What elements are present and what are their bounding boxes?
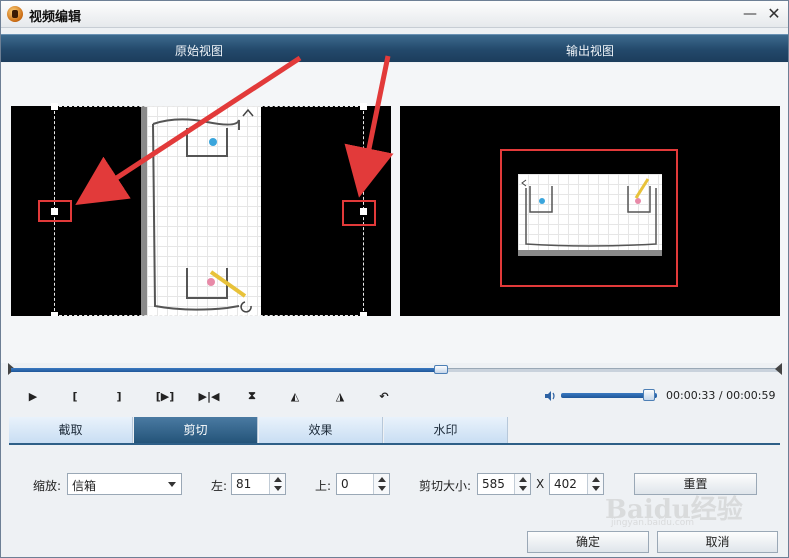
- dialog-footer: 确定 取消: [1, 529, 788, 557]
- window-title: 视频编辑: [29, 10, 82, 25]
- top-offset-stepper[interactable]: [373, 474, 389, 494]
- playback-controls: ▶ [ ] [▶] ▶|◀ ⧗ ◭ ◮ ↶ 00:00:33 / 00:00:5…: [1, 381, 788, 411]
- seek-progress: [11, 368, 442, 372]
- annotation-box-right: [342, 200, 376, 226]
- output-view-label: 输出视图: [566, 44, 615, 58]
- rotate-right-button[interactable]: ◮: [328, 386, 352, 406]
- top-offset-input[interactable]: 0: [336, 473, 390, 495]
- seek-end-marker[interactable]: [775, 363, 782, 375]
- spin-up-icon: [274, 477, 282, 482]
- spin-down-icon: [519, 486, 527, 491]
- tab-effects[interactable]: 效果: [259, 417, 383, 443]
- spin-down-icon: [592, 486, 600, 491]
- crop-handle-top-left[interactable]: [51, 103, 58, 110]
- zoom-select[interactable]: 信箱: [67, 473, 182, 495]
- watermark-url: jingyan.baidu.com: [611, 518, 695, 528]
- app-logo-icon: [7, 6, 23, 22]
- skip-button[interactable]: ▶|◀: [195, 386, 223, 406]
- cancel-button[interactable]: 取消: [657, 531, 778, 553]
- rotate-right-icon: ◮: [335, 389, 345, 403]
- rotate-left-icon: ◭: [290, 389, 300, 403]
- zoom-value: 信箱: [72, 479, 97, 493]
- chevron-down-icon: [168, 482, 176, 487]
- ok-button[interactable]: 确定: [527, 531, 649, 553]
- original-preview[interactable]: [11, 103, 391, 319]
- output-preview: [400, 106, 780, 316]
- crop-width-stepper[interactable]: [514, 474, 530, 494]
- crop-size-label: 剪切大小:: [419, 479, 472, 493]
- mark-in-button[interactable]: [: [63, 386, 87, 406]
- crop-width-input[interactable]: 585: [477, 473, 531, 495]
- left-offset-value: 81: [236, 477, 252, 491]
- size-separator: X: [536, 477, 545, 491]
- output-video-frame: [518, 174, 662, 256]
- mark-in-icon: [: [72, 389, 78, 403]
- left-offset-stepper[interactable]: [269, 474, 285, 494]
- original-video-frame: [141, 106, 261, 316]
- annotation-box-left: [38, 200, 72, 222]
- time-display: 00:00:33 / 00:00:59: [666, 389, 776, 402]
- frame-step-button[interactable]: [▶]: [151, 386, 179, 406]
- crop-height-input[interactable]: 402: [549, 473, 604, 495]
- baidu-watermark: Baidu经验 jingyan.baidu.com: [605, 489, 755, 529]
- minimize-button[interactable]: —: [741, 5, 759, 23]
- volume-icon[interactable]: [544, 390, 556, 402]
- close-button[interactable]: ✕: [765, 5, 783, 23]
- title-bar: 视频编辑 — ✕: [1, 1, 788, 28]
- spin-up-icon: [378, 477, 386, 482]
- mark-out-button[interactable]: ]: [107, 386, 131, 406]
- crop-handle-top-right[interactable]: [360, 103, 367, 110]
- edit-tabs: 截取 剪切 效果 水印: [9, 417, 780, 443]
- zoom-label: 缩放:: [33, 479, 62, 493]
- flip-button[interactable]: ⧗: [240, 386, 264, 406]
- flip-vertical-icon: ⧗: [248, 389, 256, 402]
- tab-watermark[interactable]: 水印: [384, 417, 508, 443]
- spin-down-icon: [378, 486, 386, 491]
- crop-width-value: 585: [482, 477, 505, 491]
- left-label: 左:: [211, 479, 228, 493]
- tab-crop[interactable]: 剪切: [134, 417, 258, 443]
- play-icon: ▶: [28, 389, 38, 403]
- skip-to-end-icon: ▶|◀: [198, 389, 220, 403]
- play-button[interactable]: ▶: [21, 386, 45, 406]
- video-edit-dialog: 视频编辑 — ✕ 原始视图 输出视图 ▶ [] [▶] ▶|◀ ⧗ ◭ ◮ ↶…: [0, 0, 789, 558]
- spin-up-icon: [592, 477, 600, 482]
- volume-thumb[interactable]: [643, 389, 656, 401]
- crop-guide-top: [54, 106, 363, 107]
- spin-down-icon: [274, 486, 282, 491]
- top-label: 上:: [315, 479, 332, 493]
- frame-step-icon: [▶]: [155, 389, 175, 403]
- sketch-drawing: [152, 108, 254, 313]
- undo-rotate-icon: ↶: [379, 389, 389, 403]
- spin-up-icon: [519, 477, 527, 482]
- views-area: [1, 63, 788, 363]
- view-header: 原始视图 输出视图: [1, 34, 788, 62]
- crop-height-value: 402: [554, 477, 577, 491]
- rotate-left-button[interactable]: ◭: [283, 386, 307, 406]
- undo-rotate-button[interactable]: ↶: [372, 386, 396, 406]
- left-offset-input[interactable]: 81: [231, 473, 286, 495]
- tab-trim[interactable]: 截取: [9, 417, 133, 443]
- seek-thumb[interactable]: [434, 365, 449, 374]
- top-offset-value: 0: [341, 477, 349, 491]
- crop-height-stepper[interactable]: [587, 474, 603, 494]
- mark-out-icon: ]: [116, 389, 122, 403]
- output-sketch-drawing: [521, 178, 657, 247]
- original-view-label: 原始视图: [175, 44, 224, 58]
- seek-bar[interactable]: [8, 363, 782, 375]
